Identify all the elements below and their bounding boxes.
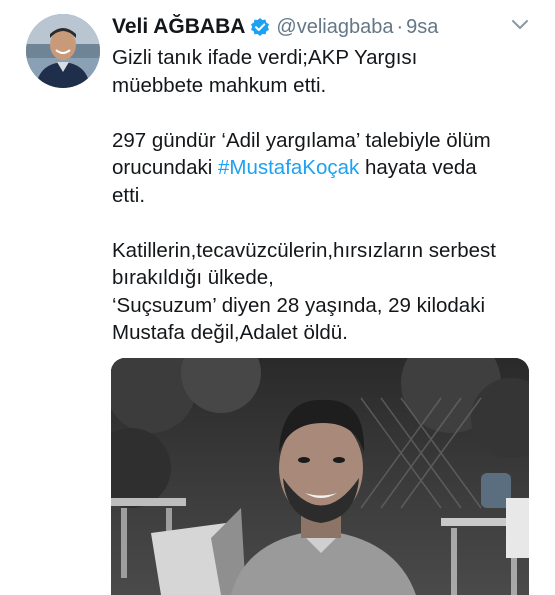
separator-dot: · <box>396 15 404 38</box>
chevron-down-icon[interactable] <box>511 18 529 30</box>
tweet-card: Veli AĞBABA @veliagbaba · 9sa Gizli tanı… <box>0 0 555 595</box>
tweet-line: Gizli tanık ifade verdi;AKP Yargısı <box>112 46 418 69</box>
tweet-photo[interactable] <box>111 358 529 595</box>
tweet-line: Mustafa değil,Adalet öldü. <box>112 321 348 344</box>
user-handle[interactable]: @veliagbaba <box>276 16 393 39</box>
tweet-line: orucundaki #MustafaKoçak hayata veda <box>112 154 532 182</box>
tweet-text-fragment: hayata veda <box>359 156 477 179</box>
hashtag-link[interactable]: #MustafaKoçak <box>218 156 359 179</box>
tweet-text: Gizli tanık ifade verdi;AKP Yargısı müeb… <box>112 44 532 347</box>
portrait-photo <box>111 358 529 595</box>
tweet-line: Katillerin,tecavüzcülerin,hırsızların se… <box>112 238 496 262</box>
verified-badge-icon <box>250 17 270 37</box>
tweet-line: ‘Suçsuzum’ diyen 28 yaşında, 29 kilodaki <box>112 293 486 317</box>
tweet-line: müebbete mahkum etti. <box>112 73 327 97</box>
avatar-photo <box>26 14 100 88</box>
tweet-text-fragment: orucundaki <box>112 156 218 179</box>
tweet-line: 297 gündür ‘Adil yargılama’ talebiyle öl… <box>112 128 491 152</box>
tweet-header: Veli AĞBABA @veliagbaba · 9sa <box>112 12 438 42</box>
tweet-line: bırakıldığı ülkede, <box>112 266 274 289</box>
tweet-line: etti. <box>112 183 146 207</box>
timestamp[interactable]: 9sa <box>406 16 438 39</box>
display-name[interactable]: Veli AĞBABA <box>112 15 245 39</box>
avatar[interactable] <box>26 14 100 88</box>
